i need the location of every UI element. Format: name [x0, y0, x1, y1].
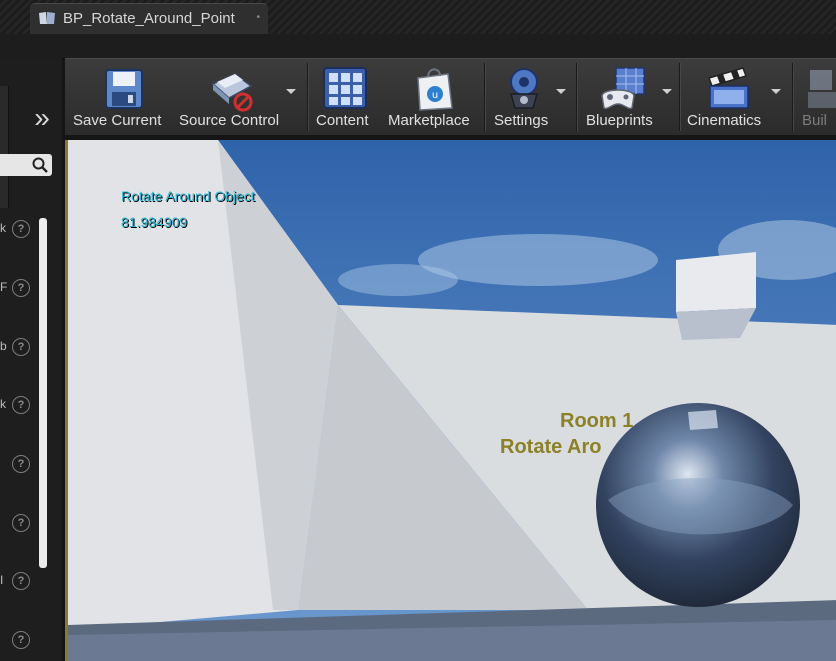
- help-icon[interactable]: ?: [12, 514, 30, 532]
- save-current-button[interactable]: Save Current: [73, 59, 173, 135]
- toolbar-divider: [576, 63, 578, 131]
- blueprints-button[interactable]: Blueprints: [586, 59, 676, 135]
- search-input[interactable]: [0, 154, 52, 176]
- cinematics-label: Cinematics: [687, 112, 762, 129]
- marketplace-bag-icon: u: [417, 68, 453, 111]
- property-row: b?: [0, 336, 34, 360]
- property-row: F?: [0, 277, 34, 301]
- property-label-fragment: k: [0, 397, 6, 411]
- source-control-icon: [211, 73, 253, 112]
- property-label-fragment: b: [0, 339, 7, 353]
- source-control-button[interactable]: Source Control: [179, 59, 299, 135]
- help-icon[interactable]: ?: [12, 455, 30, 473]
- property-row: I?: [0, 570, 34, 594]
- chevron-down-icon[interactable]: [286, 89, 296, 94]
- tab-close-icon[interactable]: •: [256, 12, 260, 23]
- toolbar-divider: [792, 63, 794, 131]
- clapperboard-icon: [708, 67, 749, 109]
- property-row: ?: [0, 629, 34, 653]
- toolbar-divider: [679, 63, 681, 131]
- expand-chevron-icon[interactable]: »: [22, 98, 62, 138]
- property-label-fragment: I: [0, 573, 4, 587]
- build-label: Buil: [802, 112, 828, 129]
- build-icon: [808, 70, 836, 108]
- help-icon[interactable]: ?: [12, 631, 30, 649]
- toolbar-divider: [307, 63, 309, 131]
- blueprints-label: Blueprints: [586, 112, 653, 129]
- property-row: ?: [0, 453, 34, 477]
- marketplace-button[interactable]: u Marketplace: [388, 59, 480, 135]
- tab-title: BP_Rotate_Around_Point: [63, 10, 235, 27]
- floppy-disk-icon: [105, 69, 143, 109]
- content-button[interactable]: Content: [316, 59, 380, 135]
- chevron-down-icon[interactable]: [556, 89, 566, 94]
- help-icon[interactable]: ?: [12, 279, 30, 297]
- save-current-label: Save Current: [73, 112, 162, 129]
- help-icon[interactable]: ?: [12, 396, 30, 414]
- title-bar: BP_Rotate_Around_Point •: [0, 0, 836, 35]
- panel-tab[interactable]: [0, 86, 9, 208]
- source-control-label: Source Control: [179, 112, 280, 129]
- property-label-fragment: F: [0, 280, 8, 294]
- svg-text:u: u: [432, 90, 438, 101]
- build-button[interactable]: Buil: [802, 59, 836, 135]
- details-panel: » k? F? b? k? ? ? I? ?: [0, 58, 62, 661]
- property-row: ?: [0, 512, 34, 536]
- settings-button[interactable]: Settings: [494, 59, 574, 135]
- search-icon: [32, 157, 48, 173]
- editor-tab[interactable]: BP_Rotate_Around_Point •: [30, 3, 268, 35]
- cinematics-button[interactable]: Cinematics: [687, 59, 787, 135]
- property-row: k?: [0, 218, 34, 242]
- debug-label: Rotate Around Object: [121, 188, 255, 204]
- main-toolbar: Save Current Source Control Content u Ma…: [65, 58, 836, 135]
- help-icon[interactable]: ?: [12, 338, 30, 356]
- wall-text-line2: Rotate Aro: [500, 436, 602, 458]
- menu-bar: [0, 34, 836, 59]
- settings-gear-icon: [510, 68, 538, 109]
- chevron-down-icon[interactable]: [771, 89, 781, 94]
- property-label-fragment: k: [0, 221, 6, 235]
- help-icon[interactable]: ?: [12, 572, 30, 590]
- property-row: k?: [0, 394, 34, 418]
- marketplace-label: Marketplace: [388, 112, 470, 129]
- help-icon[interactable]: ?: [12, 220, 30, 238]
- scrollbar[interactable]: [39, 218, 47, 568]
- content-browser-icon: [323, 67, 367, 109]
- blueprint-gamepad-icon: [601, 67, 645, 110]
- wall-text-line1: Room 1: [560, 410, 634, 432]
- level-viewport[interactable]: Rotate Around Object 81.984909 Room 1 Ro…: [65, 140, 836, 661]
- content-label: Content: [316, 112, 369, 129]
- debug-value: 81.984909: [121, 214, 188, 230]
- blueprint-tab-icon: [39, 12, 55, 24]
- chevron-down-icon[interactable]: [662, 89, 672, 94]
- settings-label: Settings: [494, 112, 549, 129]
- toolbar-divider: [484, 63, 486, 131]
